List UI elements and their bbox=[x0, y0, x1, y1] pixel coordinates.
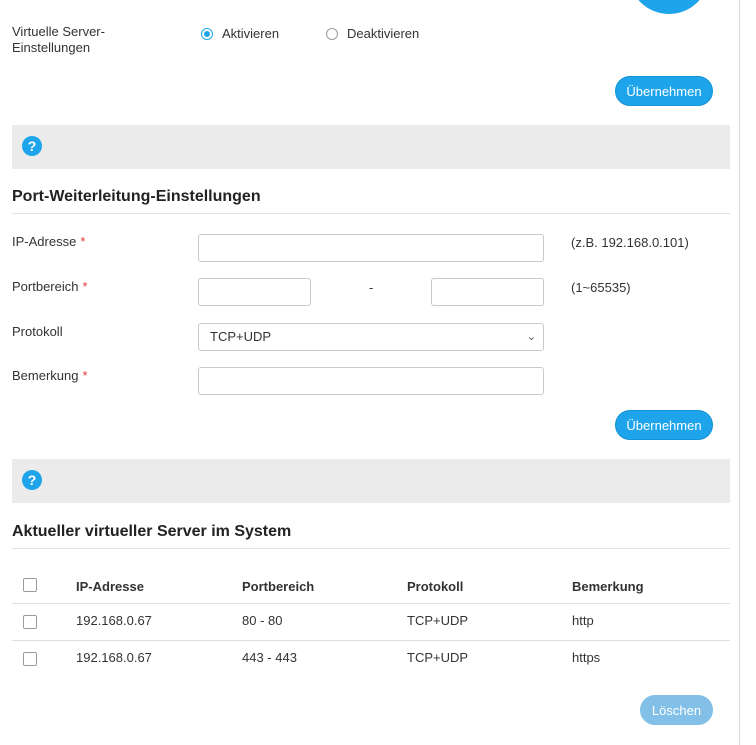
select-all-checkbox[interactable] bbox=[23, 578, 37, 592]
cell-ports: 80 - 80 bbox=[242, 613, 283, 628]
port-from-input[interactable] bbox=[198, 278, 311, 306]
protocol-select[interactable]: TCP+UDP ⌄ bbox=[198, 323, 544, 351]
radio-disable[interactable]: Deaktivieren bbox=[326, 26, 419, 41]
required-mark: * bbox=[82, 279, 88, 294]
table-row-divider bbox=[12, 640, 730, 641]
ip-address-hint: (z.B. 192.168.0.101) bbox=[571, 235, 689, 250]
radio-enable-label: Aktivieren bbox=[222, 26, 280, 41]
port-range-hint: (1~65535) bbox=[571, 280, 631, 295]
brand-circle bbox=[630, 0, 708, 14]
port-range-separator: - bbox=[369, 280, 374, 295]
cell-protocol: TCP+UDP bbox=[407, 650, 469, 665]
required-mark: * bbox=[82, 368, 88, 383]
row-checkbox[interactable] bbox=[23, 652, 37, 666]
port-range-label: Portbereich * bbox=[12, 279, 88, 295]
help-bar-port-forwarding: ? bbox=[12, 459, 730, 503]
apply-port-forwarding-button[interactable]: Übernehmen bbox=[615, 410, 713, 440]
cell-ports: 443 - 443 bbox=[242, 650, 297, 665]
port-to-input[interactable] bbox=[431, 278, 544, 306]
column-header-protocol: Protokoll bbox=[407, 579, 464, 594]
cell-remark: http bbox=[572, 613, 594, 628]
help-icon[interactable]: ? bbox=[22, 136, 42, 156]
column-header-ports: Portbereich bbox=[242, 579, 315, 594]
ip-address-label-text: IP-Adresse bbox=[12, 234, 77, 249]
radio-enable-dot[interactable] bbox=[201, 27, 213, 40]
remark-label-text: Bemerkung bbox=[12, 368, 79, 383]
cell-remark: https bbox=[572, 650, 601, 665]
ip-address-input[interactable] bbox=[198, 234, 544, 262]
table-row-divider bbox=[12, 603, 730, 604]
required-mark: * bbox=[80, 234, 86, 249]
cell-ip: 192.168.0.67 bbox=[76, 650, 152, 665]
cell-ip: 192.168.0.67 bbox=[76, 613, 152, 628]
radio-disable-label: Deaktivieren bbox=[347, 26, 420, 41]
radio-enable[interactable]: Aktivieren bbox=[201, 26, 279, 41]
protocol-label: Protokoll bbox=[12, 324, 63, 339]
chevron-down-icon: ⌄ bbox=[526, 331, 536, 343]
help-icon[interactable]: ? bbox=[22, 470, 42, 490]
protocol-select-value: TCP+UDP bbox=[210, 329, 272, 344]
row-checkbox[interactable] bbox=[23, 615, 37, 629]
column-header-ip: IP-Adresse bbox=[76, 579, 144, 594]
divider bbox=[12, 213, 730, 214]
remark-input[interactable] bbox=[198, 367, 544, 395]
radio-disable-dot[interactable] bbox=[326, 27, 338, 40]
ip-address-label: IP-Adresse * bbox=[12, 234, 85, 250]
divider bbox=[12, 548, 730, 549]
port-forwarding-title: Port-Weiterleitung-Einstellungen bbox=[12, 188, 261, 205]
virtual-server-label: Virtuelle Server-Einstellungen bbox=[12, 24, 105, 55]
delete-button[interactable]: Löschen bbox=[640, 695, 713, 725]
page-border bbox=[739, 0, 740, 745]
help-bar-virtual-server: ? bbox=[12, 125, 730, 169]
apply-virtual-server-button[interactable]: Übernehmen bbox=[615, 76, 713, 106]
remark-label: Bemerkung * bbox=[12, 368, 88, 384]
column-header-remark: Bemerkung bbox=[572, 579, 644, 594]
port-range-label-text: Portbereich bbox=[12, 279, 79, 294]
current-servers-title: Aktueller virtueller Server im System bbox=[12, 523, 292, 540]
cell-protocol: TCP+UDP bbox=[407, 613, 469, 628]
